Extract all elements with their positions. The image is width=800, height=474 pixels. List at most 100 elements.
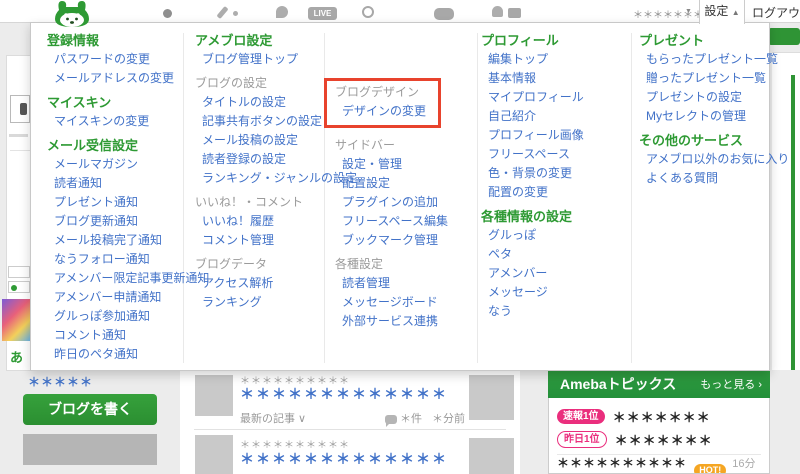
topics-row[interactable]: ＊＊＊＊＊＊＊＊＊＊＊＊ HOT! 16分前 (557, 456, 761, 473)
highlighted-menu-group: ブログデザイン デザインの変更 (324, 78, 442, 128)
menu-item[interactable]: なう (481, 302, 623, 321)
menu-group-heading: プロフィール (481, 33, 559, 48)
menu-item[interactable]: 色・背景の変更 (481, 164, 623, 183)
menu-item[interactable]: タイトルの設定 (195, 93, 321, 112)
live-badge-icon[interactable]: LIVE (308, 7, 337, 20)
menu-item[interactable]: パスワードの変更 (47, 50, 179, 69)
menu-item[interactable]: 贈ったプレゼント一覧 (639, 69, 767, 88)
menu-item[interactable]: 編集トップ (481, 50, 623, 69)
service-icon[interactable] (163, 9, 172, 18)
menu-item[interactable]: 記事共有ボタンの設定 (195, 112, 322, 131)
menu-item[interactable]: デザインの変更 (335, 102, 426, 121)
menu-item[interactable]: ランキング・ジャンルの設定 (195, 169, 357, 188)
ameba-mascot-logo[interactable] (53, 0, 91, 27)
article-thumbnail[interactable] (469, 375, 514, 420)
topic-title-masked: ＊＊＊＊＊＊＊＊＊＊＊＊ (557, 455, 688, 474)
topics-row[interactable]: 速報1位 ＊＊＊＊＊＊＊ (557, 405, 761, 428)
menu-item[interactable]: 昨日のペタ通知 (47, 345, 179, 364)
menu-item[interactable]: プラグインの追加 (335, 193, 473, 212)
menu-item[interactable]: Myセレクトの管理 (639, 107, 767, 126)
menu-group-heading: メール受信設定 (47, 138, 139, 153)
menu-item[interactable]: フリースペース (481, 145, 623, 164)
menu-item[interactable]: ペタ (481, 245, 623, 264)
profile-avatar[interactable] (2, 299, 30, 341)
menu-item[interactable]: マイスキンの変更 (47, 112, 179, 131)
menu-item[interactable]: 外部サービス連携 (335, 312, 473, 331)
menu-item[interactable]: プレゼント通知 (47, 193, 179, 212)
menu-item[interactable]: メッセージ (481, 283, 623, 302)
article-title-masked[interactable]: ＊＊＊＊＊＊＊＊＊＊＊＊＊ (240, 449, 448, 469)
menu-item[interactable]: アクセス解析 (195, 274, 321, 293)
menu-item[interactable]: アメブロ以外のお気に入り (639, 150, 789, 169)
menu-item[interactable]: 配置の変更 (481, 183, 623, 202)
menu-item[interactable]: メールアドレスの変更 (47, 69, 179, 88)
menu-item[interactable]: 自己紹介 (481, 107, 623, 126)
menu-item[interactable]: メール投稿完了通知 (47, 231, 179, 250)
game-controller-icon[interactable] (434, 8, 454, 20)
menu-item[interactable]: 読者登録の設定 (195, 150, 321, 169)
sidebar-button-fragment[interactable] (8, 281, 30, 293)
article-meta: ＊件 ＊分前 (385, 410, 465, 427)
pencil-icon[interactable] (216, 5, 229, 20)
settings-tab[interactable]: 設定 ▲ (699, 0, 745, 24)
profile-icon[interactable] (492, 6, 503, 17)
pin-icon[interactable] (276, 6, 288, 18)
menu-item[interactable]: 読者通知 (47, 174, 179, 193)
search-input[interactable] (10, 95, 30, 123)
now-icon[interactable] (362, 6, 374, 18)
menu-group: プロフィール編集トップ 基本情報 マイプロフィール 自己紹介 プロフィール画像 フリースペ… (481, 31, 623, 202)
blogger-name-masked[interactable]: ＊＊＊＊＊ (28, 373, 93, 390)
rank-badge: 昨日1位 (557, 431, 607, 448)
latest-articles-toggle[interactable]: 最新の記事 ∨ (240, 410, 306, 426)
write-blog-button[interactable]: ブログを書く (23, 394, 157, 425)
sidebar-button-fragment[interactable] (8, 266, 30, 278)
dropdown-caret-icon[interactable]: ▼ (685, 8, 692, 15)
post-time: ＊分前 (432, 413, 465, 425)
menu-item[interactable]: プレゼントの設定 (639, 88, 767, 107)
topics-row[interactable]: 昨日1位 ＊＊＊＊＊＊＊ (557, 428, 761, 451)
menu-item[interactable]: 基本情報 (481, 69, 623, 88)
topics-more-link[interactable]: もっと見る › (700, 376, 762, 392)
menu-item[interactable]: アメンバー (481, 264, 623, 283)
small-text-placeholder (9, 134, 28, 137)
menu-item[interactable]: マイプロフィール (481, 88, 623, 107)
divider (183, 33, 184, 363)
blog-title-fragment: あ (10, 350, 24, 365)
menu-item[interactable]: メール投稿の設定 (195, 131, 321, 150)
menu-item[interactable]: ブログ更新通知 (47, 212, 179, 231)
menu-item[interactable]: 読者管理 (335, 274, 473, 293)
menu-item[interactable]: ブックマーク管理 (335, 231, 473, 250)
menu-item[interactable]: 配置設定 (335, 174, 473, 193)
menu-group: 登録情報 パスワードの変更 メールアドレスの変更 (47, 31, 179, 88)
menu-item[interactable]: コメント通知 (47, 326, 179, 345)
menu-item[interactable]: プロフィール画像 (481, 126, 623, 145)
article-thumbnail[interactable] (469, 438, 514, 474)
username-masked[interactable]: ＊＊＊＊＊＊＊ (633, 6, 703, 21)
menu-item[interactable]: メールマガジン (47, 155, 179, 174)
article-title-masked[interactable]: ＊＊＊＊＊＊＊＊＊＊＊＊＊ (240, 384, 448, 404)
menu-item[interactable]: 設定・管理 (335, 155, 473, 174)
menu-item[interactable]: コメント管理 (195, 231, 321, 250)
menu-item[interactable]: アメンバー限定記事更新通知 (47, 269, 209, 288)
caret-up-icon: ▲ (731, 8, 740, 17)
author-avatar[interactable] (195, 375, 233, 416)
menu-group-heading: ブログの設定 (195, 76, 268, 90)
menu-item[interactable]: ブログ管理トップ (195, 50, 321, 69)
author-avatar[interactable] (195, 435, 233, 474)
menu-item[interactable]: フリースペース編集 (335, 212, 473, 231)
menu-item[interactable]: よくある質問 (639, 169, 767, 188)
camera-icon[interactable] (508, 8, 521, 18)
checked-blogs-list: ＊＊＊＊＊＊＊＊＊＊ ＊＊＊＊＊＊＊＊＊＊＊＊＊ 最新の記事 ∨ ＊件 ＊分前 ＊＊＊＊＊… (180, 370, 520, 474)
menu-item[interactable]: グルっぽ (481, 226, 623, 245)
menu-group: プレゼント もらったプレゼント一覧 贈ったプレゼント一覧 プレゼントの設定 Myセレクト… (639, 31, 778, 126)
menu-item[interactable]: なうフォロー通知 (47, 250, 179, 269)
menu-item[interactable]: いいね！履歴 (195, 212, 321, 231)
comment-count: ＊件 (400, 413, 422, 425)
ameba-topics-module: Amebaトピックス もっと見る › 速報1位 ＊＊＊＊＊＊＊ 昨日1位 ＊＊＊＊＊＊… (548, 370, 770, 474)
menu-item[interactable]: ランキング (195, 293, 321, 312)
topic-time: 16分前 (732, 457, 756, 470)
menu-item[interactable]: メッセージボード (335, 293, 473, 312)
menu-item[interactable]: もらったプレゼント一覧 (639, 50, 778, 69)
menu-item[interactable]: グルっぽ参加通知 (47, 307, 179, 326)
menu-item[interactable]: アメンバー申請通知 (47, 288, 179, 307)
